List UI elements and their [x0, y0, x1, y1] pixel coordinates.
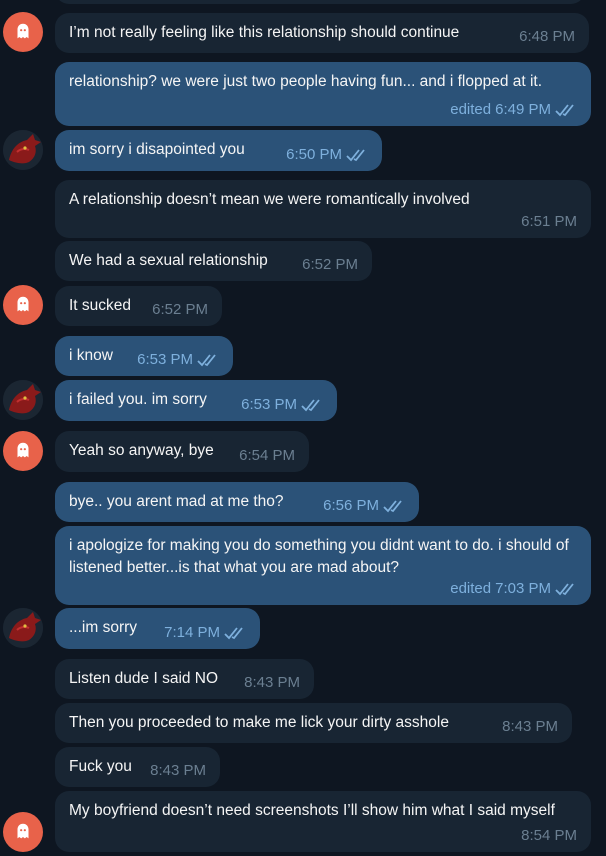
- message-meta: 8:43 PM: [244, 673, 300, 693]
- double-check-icon: [301, 399, 320, 412]
- double-check-icon: [197, 354, 216, 367]
- contact-avatar[interactable]: [3, 431, 43, 471]
- message-text: It sucked: [69, 297, 132, 314]
- double-check-icon: [383, 500, 402, 513]
- message-time: 6:53 PM: [137, 351, 193, 368]
- message-time: 8:43 PM: [502, 718, 558, 735]
- ghost-icon: [17, 296, 29, 312]
- message-text: A relationship doesn’t mean we were roma…: [69, 191, 470, 208]
- message-bubble[interactable]: My boyfriend doesn’t need screenshots I’…: [55, 791, 591, 852]
- message-meta: 6:51 PM: [521, 212, 577, 232]
- message-bubble[interactable]: It sucked 6:52 PM: [55, 286, 222, 326]
- message-meta: edited 6:49 PM: [450, 100, 577, 120]
- message-meta: 6:53 PM: [137, 350, 219, 370]
- message-text: We had a sexual relationship: [69, 252, 268, 269]
- message-meta: 6:54 PM: [239, 446, 295, 466]
- message-text: My boyfriend doesn’t need screenshots I’…: [69, 802, 555, 819]
- message-time: 7:03 PM: [495, 580, 551, 597]
- message-bubble[interactable]: We had a sexual relationship 6:52 PM: [55, 241, 372, 281]
- user-avatar[interactable]: [3, 608, 43, 648]
- double-check-icon: [555, 104, 574, 117]
- message-bubble[interactable]: ...im sorry 7:14 PM: [55, 608, 260, 649]
- message-text: relationship? we were just two people ha…: [69, 73, 543, 90]
- message-time: 8:54 PM: [521, 827, 577, 844]
- message-bubble[interactable]: i know 6:53 PM: [55, 336, 233, 376]
- message-bubble[interactable]: relationship? we were just two people ha…: [55, 62, 591, 126]
- message-meta: 6:56 PM: [323, 496, 405, 516]
- message-text: I’m not really feeling like this relatio…: [69, 24, 460, 41]
- message-text: Yeah so anyway, bye: [69, 442, 214, 459]
- message-time: 6:48 PM: [519, 28, 575, 45]
- double-check-icon: [224, 627, 243, 640]
- message-meta: 6:52 PM: [302, 255, 358, 275]
- message-text: ...im sorry: [69, 619, 138, 636]
- message-bubble[interactable]: Yeah so anyway, bye 6:54 PM: [55, 431, 309, 472]
- message-meta: 8:43 PM: [150, 761, 206, 781]
- message-text: i failed you. im sorry: [69, 391, 207, 408]
- message-meta: edited 7:03 PM: [450, 579, 577, 599]
- dragon-avatar-image: [3, 608, 43, 648]
- message-time: 6:56 PM: [323, 497, 379, 514]
- ghost-icon: [17, 823, 29, 839]
- message-time: 6:52 PM: [302, 256, 358, 273]
- message-text: Then you proceeded to make me lick your …: [69, 714, 449, 731]
- ghost-icon: [17, 442, 29, 458]
- contact-avatar[interactable]: [3, 285, 43, 325]
- message-time: 6:51 PM: [521, 213, 577, 230]
- message-bubble[interactable]: bye.. you arent mad at me tho? 6:56 PM: [55, 482, 419, 522]
- edited-label: edited: [450, 580, 492, 597]
- message-meta: 7:14 PM: [164, 623, 246, 643]
- message-time: 6:50 PM: [286, 146, 342, 163]
- message-time: 6:54 PM: [239, 447, 295, 464]
- message-meta: 6:48 PM: [519, 27, 575, 47]
- double-check-icon: [555, 583, 574, 596]
- message-bubble[interactable]: im sorry i disapointed you 6:50 PM: [55, 130, 382, 171]
- message-bubble[interactable]: i failed you. im sorry 6:53 PM: [55, 380, 337, 421]
- message-meta: 8:54 PM: [521, 826, 577, 846]
- message-time: 7:14 PM: [164, 624, 220, 641]
- user-avatar[interactable]: [3, 380, 43, 420]
- message-time: 6:53 PM: [241, 396, 297, 413]
- double-check-icon: [346, 149, 365, 162]
- ghost-icon: [17, 23, 29, 39]
- message-bubble[interactable]: Fuck you 8:43 PM: [55, 747, 220, 787]
- message-time: 8:43 PM: [150, 762, 206, 779]
- message-text: Listen dude I said NO: [69, 670, 219, 687]
- message-meta: 6:53 PM: [241, 395, 323, 415]
- edited-label: edited: [450, 101, 492, 118]
- message-time: 6:52 PM: [152, 301, 208, 318]
- message-time: 6:49 PM: [495, 101, 551, 118]
- message-bubble[interactable]: Listen dude I said NO 8:43 PM: [55, 659, 314, 699]
- message-text: bye.. you arent mad at me tho?: [69, 493, 284, 510]
- contact-avatar[interactable]: [3, 812, 43, 852]
- contact-avatar[interactable]: [3, 12, 43, 52]
- message-text: i apologize for making you do something …: [69, 537, 569, 576]
- message-bubble[interactable]: I’m not really feeling like this relatio…: [55, 13, 589, 53]
- message-meta: 6:50 PM: [286, 145, 368, 165]
- dragon-avatar-image: [3, 380, 43, 420]
- message-meta: 8:43 PM: [502, 717, 558, 737]
- message-time: 8:43 PM: [244, 674, 300, 691]
- message-bubble-clipped: [55, 0, 585, 4]
- message-meta: 6:52 PM: [152, 300, 208, 320]
- message-bubble[interactable]: i apologize for making you do something …: [55, 526, 591, 605]
- message-text: i know: [69, 347, 113, 364]
- dragon-avatar-image: [3, 130, 43, 170]
- user-avatar[interactable]: [3, 130, 43, 170]
- message-bubble[interactable]: Then you proceeded to make me lick your …: [55, 703, 572, 743]
- message-text: Fuck you: [69, 758, 132, 775]
- message-bubble[interactable]: A relationship doesn’t mean we were roma…: [55, 180, 591, 238]
- message-text: im sorry i disapointed you: [69, 141, 245, 158]
